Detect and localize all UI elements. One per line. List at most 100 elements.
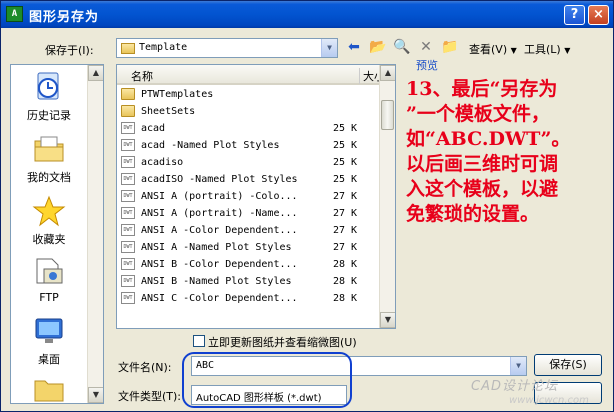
scroll-down-icon[interactable]: ▼ bbox=[88, 387, 103, 403]
dwt-file-icon: DWT bbox=[121, 275, 135, 287]
window-title: 图形另存为 bbox=[29, 10, 100, 25]
autocad-app-icon: A bbox=[6, 6, 23, 22]
dwt-file-icon: DWT bbox=[121, 207, 135, 219]
chevron-down-icon[interactable]: ▼ bbox=[510, 357, 526, 375]
place-ftp[interactable]: FTP bbox=[11, 255, 87, 304]
file-name: ANSI A -Named Plot Styles bbox=[141, 242, 292, 253]
title-bar[interactable]: A 图形另存为 ? × bbox=[1, 1, 613, 28]
dwt-file-icon: DWT bbox=[121, 173, 135, 185]
file-name: ANSI C -Color Dependent... bbox=[141, 293, 298, 304]
dwt-file-icon: DWT bbox=[121, 292, 135, 304]
list-item[interactable]: DWT ANSI A (portrait) -Name... 27 K bbox=[119, 205, 381, 222]
list-item[interactable]: DWT ANSI A (portrait) -Colo... 27 K bbox=[119, 188, 381, 205]
desktop-icon bbox=[32, 315, 66, 347]
back-icon[interactable]: ⬅ bbox=[345, 38, 363, 56]
list-item[interactable]: SheetSets bbox=[119, 103, 381, 120]
tutorial-annotation: 13、最后“另存为 ”一个模板文件， 如“ABC.DWT”。 以后画三维时可调 … bbox=[406, 78, 571, 225]
favorites-icon bbox=[32, 195, 66, 227]
chevron-down-icon[interactable]: ▼ bbox=[321, 39, 337, 57]
file-name: acad -Named Plot Styles bbox=[141, 140, 280, 151]
folder-icon bbox=[121, 43, 135, 54]
dwt-file-icon: DWT bbox=[121, 139, 135, 151]
annotation-highlight-ellipse bbox=[182, 352, 352, 408]
file-list[interactable]: 名称 大小 PTWTemplates SheetSets DWT acad 25 K… bbox=[116, 64, 396, 329]
places-scrollbar[interactable]: ▲ ▼ bbox=[87, 65, 103, 403]
file-name: ANSI A -Color Dependent... bbox=[141, 225, 298, 236]
list-item[interactable]: DWT ANSI B -Color Dependent... 28 K bbox=[119, 256, 381, 273]
list-item[interactable]: DWT ANSI C -Color Dependent... 28 K bbox=[119, 290, 381, 307]
save-in-label: 保存于(I): bbox=[45, 44, 94, 57]
file-size: 27 K bbox=[333, 242, 358, 253]
view-menu-label: 查看(V) bbox=[469, 43, 508, 56]
tools-menu-label: 工具(L) bbox=[524, 43, 561, 56]
list-header: 名称 大小 bbox=[117, 65, 385, 85]
places-bar: 历史记录 我的文档 收藏夹 FTP 桌面 ▲ ▼ bbox=[10, 64, 104, 404]
place-label: 桌面 bbox=[38, 353, 60, 366]
file-size: 25 K bbox=[333, 157, 358, 168]
column-header-name[interactable]: 名称 bbox=[131, 68, 153, 84]
up-folder-icon[interactable]: 📂 bbox=[369, 38, 387, 56]
list-item[interactable]: DWT acadISO -Named Plot Styles 25 K bbox=[119, 171, 381, 188]
list-item[interactable]: DWT acadiso 25 K bbox=[119, 154, 381, 171]
file-name: SheetSets bbox=[141, 106, 196, 117]
file-size: 25 K bbox=[333, 174, 358, 185]
file-size: 27 K bbox=[333, 191, 358, 202]
place-label: 收藏夹 bbox=[32, 233, 66, 246]
scroll-up-icon[interactable]: ▲ bbox=[88, 65, 103, 81]
file-name: acadiso bbox=[141, 157, 184, 168]
save-button[interactable]: 保存(S) bbox=[534, 354, 602, 376]
dwt-file-icon: DWT bbox=[121, 224, 135, 236]
file-name: ANSI B -Color Dependent... bbox=[141, 259, 298, 270]
preview-label: 预览 bbox=[416, 59, 438, 72]
save-in-combo[interactable]: Template ▼ bbox=[116, 38, 338, 58]
list-item[interactable]: DWT ANSI B -Named Plot Styles 28 K bbox=[119, 273, 381, 290]
file-name: acad bbox=[141, 123, 166, 134]
list-item[interactable]: DWT ANSI A -Named Plot Styles 27 K bbox=[119, 239, 381, 256]
file-size: 28 K bbox=[333, 276, 358, 287]
place-my-documents[interactable]: 我的文档 bbox=[11, 133, 87, 185]
folder-icon bbox=[121, 105, 135, 117]
chevron-down-icon: ▼ bbox=[510, 46, 517, 55]
delete-icon[interactable]: ✕ bbox=[417, 38, 435, 56]
file-list-scrollbar[interactable]: ▲ ▼ bbox=[379, 65, 395, 328]
dwt-file-icon: DWT bbox=[121, 156, 135, 168]
place-label: 历史记录 bbox=[27, 109, 71, 122]
dwt-file-icon: DWT bbox=[121, 122, 135, 134]
list-item[interactable]: DWT acad 25 K bbox=[119, 120, 381, 137]
place-history[interactable]: 历史记录 bbox=[11, 71, 87, 123]
history-icon bbox=[32, 71, 66, 103]
file-size: 25 K bbox=[333, 123, 358, 134]
scroll-up-icon[interactable]: ▲ bbox=[380, 65, 395, 81]
place-desktop[interactable]: 桌面 bbox=[11, 315, 87, 367]
folder-icon bbox=[121, 88, 135, 100]
scrollbar-thumb[interactable] bbox=[381, 100, 394, 130]
search-web-icon[interactable]: 🔍 bbox=[393, 38, 411, 56]
tools-menu[interactable]: 工具(L) ▼ bbox=[524, 41, 570, 57]
place-label: 我的文档 bbox=[27, 171, 71, 184]
watermark-text: CAD设计论坛 bbox=[471, 379, 558, 394]
dwt-file-icon: DWT bbox=[121, 190, 135, 202]
dwt-file-icon: DWT bbox=[121, 258, 135, 270]
filename-label: 文件名(N): bbox=[118, 361, 172, 374]
list-item[interactable]: DWT acad -Named Plot Styles 25 K bbox=[119, 137, 381, 154]
place-favorites[interactable]: 收藏夹 bbox=[11, 195, 87, 247]
file-name: ANSI A (portrait) -Name... bbox=[141, 208, 298, 219]
file-size: 25 K bbox=[333, 140, 358, 151]
folder-icon bbox=[32, 373, 66, 403]
update-thumbnail-label: 立即更新图纸并查看缩微图(U) bbox=[208, 336, 357, 349]
place-label: FTP bbox=[39, 291, 59, 304]
list-item[interactable]: DWT ANSI A -Color Dependent... 27 K bbox=[119, 222, 381, 239]
new-folder-icon[interactable]: 📁 bbox=[441, 38, 459, 56]
place-extra[interactable] bbox=[11, 373, 87, 403]
close-button[interactable]: × bbox=[588, 5, 609, 25]
watermark-url: www.jcwcn.com bbox=[509, 395, 589, 406]
file-name: ANSI A (portrait) -Colo... bbox=[141, 191, 298, 202]
scroll-down-icon[interactable]: ▼ bbox=[380, 312, 395, 328]
list-item[interactable]: PTWTemplates bbox=[119, 86, 381, 103]
view-menu[interactable]: 查看(V) ▼ bbox=[469, 41, 517, 57]
help-button[interactable]: ? bbox=[564, 5, 585, 25]
update-thumbnail-checkbox[interactable] bbox=[193, 335, 205, 347]
filetype-label: 文件类型(T): bbox=[118, 390, 182, 403]
file-name: ANSI B -Named Plot Styles bbox=[141, 276, 292, 287]
ftp-icon bbox=[32, 255, 66, 287]
